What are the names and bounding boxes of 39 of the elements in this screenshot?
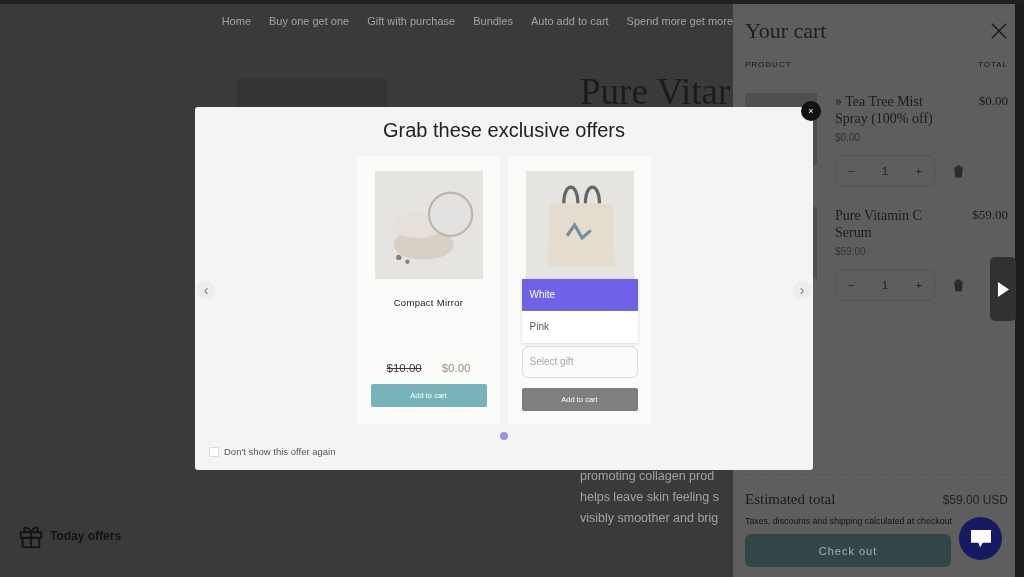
column-header: PRODUCT: [745, 60, 792, 69]
close-icon[interactable]: [990, 22, 1008, 40]
item-name[interactable]: » Tea Tree Mist Spray (100% off): [835, 93, 950, 127]
nav-link[interactable]: Home: [221, 15, 251, 37]
checkbox[interactable]: [209, 446, 219, 457]
nav-link[interactable]: Auto add to cart: [530, 15, 609, 37]
increase-button[interactable]: +: [915, 165, 922, 177]
nav-link[interactable]: Gift with purchase: [367, 15, 456, 37]
offer-name: Compact Mirror: [393, 297, 464, 308]
original-price: $10.00: [386, 362, 422, 374]
trash-icon[interactable]: [953, 164, 964, 178]
decrease-button[interactable]: −: [848, 279, 855, 291]
offer-price: $0.00: [441, 362, 471, 374]
increase-button[interactable]: +: [915, 279, 922, 291]
estimated-total-value: $59.00 USD: [942, 493, 1008, 507]
checkbox-label[interactable]: Don't show this offer again: [224, 446, 336, 457]
description-text: visibly smoother and brig: [580, 510, 720, 527]
cart-title: Your cart: [745, 18, 827, 44]
chat-icon: [969, 528, 992, 549]
checkout-button[interactable]: Check out: [745, 534, 951, 567]
trash-icon[interactable]: [953, 278, 964, 292]
side-tab[interactable]: [990, 257, 1016, 321]
estimated-total-label: Estimated total: [745, 491, 836, 508]
play-icon: [996, 280, 1010, 298]
description-text: promoting collagen prod: [580, 468, 716, 485]
checkout-note: Taxes, discounts and shipping calculated at checkout: [745, 516, 953, 526]
modal-title: Grab these exclusive offers: [383, 119, 625, 142]
decrease-button[interactable]: −: [848, 165, 855, 177]
nav-link[interactable]: Buy one get one: [269, 15, 350, 37]
previous-button[interactable]: ‹: [197, 281, 215, 299]
item-name[interactable]: Pure Vitamin C Serum: [835, 207, 950, 241]
page-dot[interactable]: [500, 432, 508, 440]
item-total: $0.00: [978, 93, 1008, 110]
nav-link[interactable]: Spend more get more: [626, 15, 733, 37]
column-header: TOTAL: [977, 60, 1008, 69]
item-total: $59.00: [972, 207, 1008, 224]
next-button[interactable]: ›: [793, 281, 811, 299]
nav-link[interactable]: Bundles: [473, 15, 513, 37]
description-text: helps leave skin feeling s: [580, 489, 720, 506]
